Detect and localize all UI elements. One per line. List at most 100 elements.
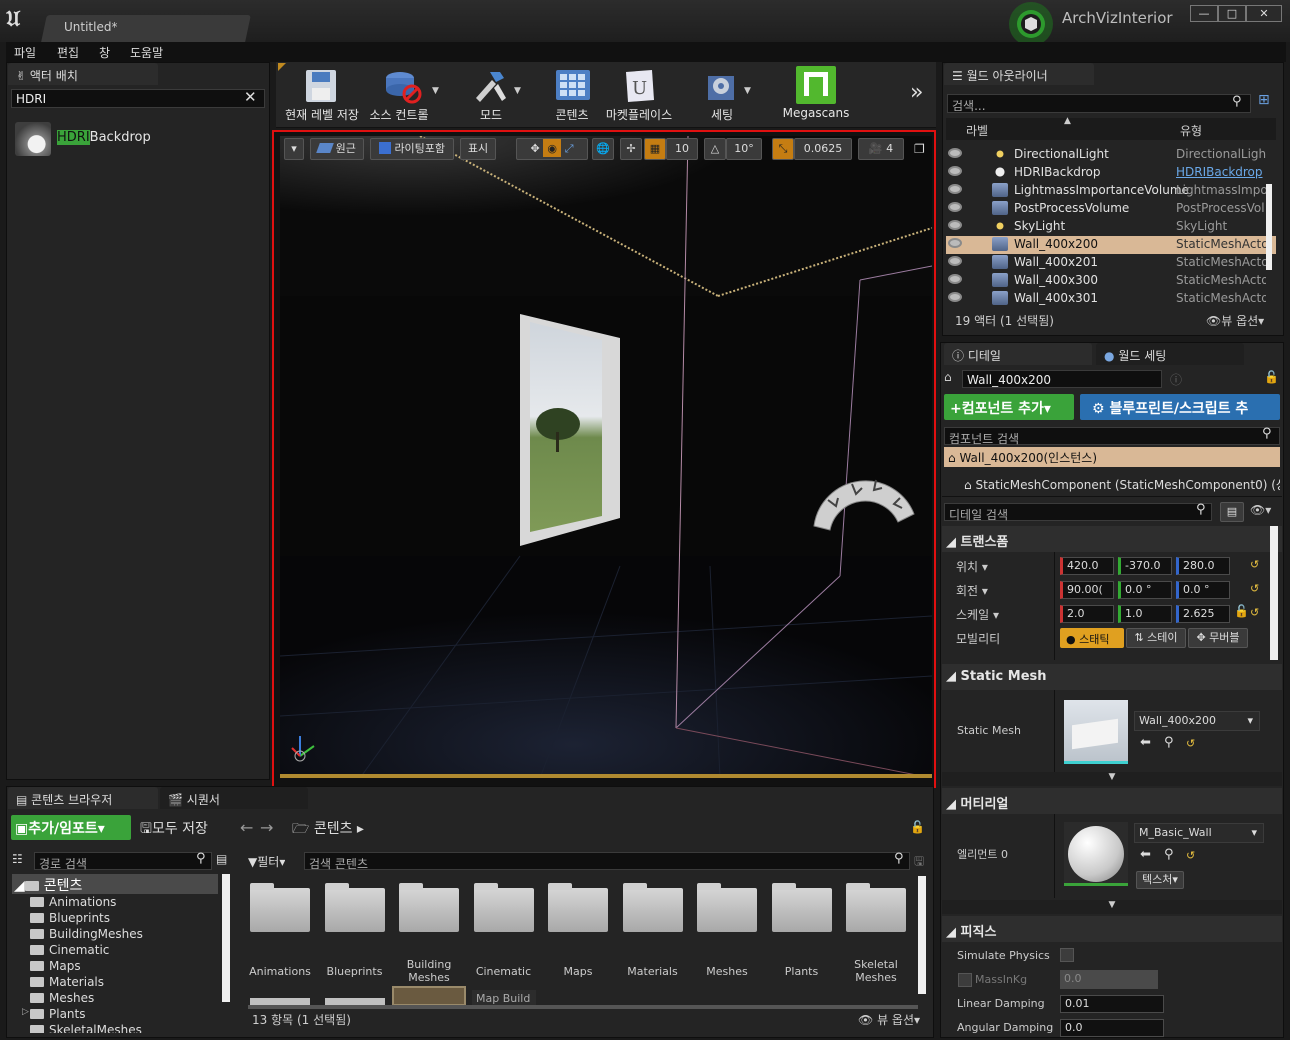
- reset-location-icon[interactable]: ↺: [1250, 558, 1259, 571]
- col-type[interactable]: 유형: [1180, 122, 1202, 139]
- menu-edit[interactable]: 편집: [57, 44, 79, 61]
- eye-icon[interactable]: [948, 166, 962, 176]
- eye-icon[interactable]: [948, 184, 962, 194]
- add-import-button[interactable]: ▣추가/임포트▾: [11, 815, 131, 840]
- angular-damping-field[interactable]: 0.0: [1060, 1019, 1164, 1037]
- maximize-viewport-icon[interactable]: ❐: [914, 142, 925, 156]
- camera-speed-button[interactable]: 🎥 4: [858, 138, 904, 160]
- scale-x-field[interactable]: 2.0: [1060, 605, 1114, 623]
- surface-snap-icon[interactable]: ✢: [620, 138, 642, 160]
- mobility-static-button[interactable]: ● 스태틱: [1060, 628, 1124, 648]
- reset-material-icon[interactable]: ↺: [1186, 849, 1195, 862]
- material-picker[interactable]: M_Basic_Wall ▾: [1134, 823, 1264, 843]
- hdri-backdrop-item[interactable]: HDRIBackdrop: [57, 130, 151, 145]
- outliner-row[interactable]: DirectionalLight DirectionalLight: [946, 146, 1276, 164]
- scale-icon[interactable]: ⤢: [565, 142, 574, 155]
- folder-icon[interactable]: [548, 883, 608, 932]
- expand-advanced-icon[interactable]: ▼: [942, 772, 1282, 786]
- material-thumbnail[interactable]: [1064, 822, 1128, 886]
- save-all-button[interactable]: 🖫모두 저장: [140, 818, 208, 842]
- browse-icon[interactable]: ⚲: [1164, 735, 1174, 750]
- outliner-row[interactable]: Wall_400x201 StaticMeshActo: [946, 254, 1276, 272]
- tree-item[interactable]: BuildingMeshes: [30, 927, 143, 941]
- viewport-options-button[interactable]: ▾: [284, 138, 304, 160]
- location-label[interactable]: 위치 ▾: [956, 558, 988, 575]
- lit-button[interactable]: 라이팅포함: [370, 138, 454, 160]
- scale-snap-icon[interactable]: ⤡: [772, 138, 794, 160]
- content-lock-icon[interactable]: 🔓: [910, 820, 925, 834]
- static-mesh-section-header[interactable]: ◢ Static Mesh: [942, 664, 1282, 690]
- partial-asset[interactable]: Map Build: [472, 990, 536, 1006]
- content-scrollbar[interactable]: [918, 876, 926, 994]
- close-button[interactable]: ✕: [1246, 5, 1282, 22]
- grid-snap-value[interactable]: 10: [666, 138, 698, 160]
- expand-material-advanced-icon[interactable]: ▼: [942, 900, 1282, 914]
- add-component-button[interactable]: +컴포넌트 추가▾: [944, 394, 1074, 420]
- scale-label[interactable]: 스케일 ▾: [956, 606, 999, 623]
- scale-lock-icon[interactable]: 🔓: [1234, 604, 1249, 618]
- detail-search-input[interactable]: 디테일 검색: [944, 503, 1212, 522]
- tree-item[interactable]: Cinematic: [30, 943, 109, 957]
- content-search-input[interactable]: 검색 콘텐츠: [304, 852, 910, 871]
- show-button[interactable]: 표시: [460, 138, 496, 160]
- menu-file[interactable]: 파일: [14, 44, 36, 61]
- outliner-row[interactable]: LightmassImportanceVolume LightmassImpo: [946, 182, 1276, 200]
- eye-icon[interactable]: [948, 148, 962, 158]
- translate-icon[interactable]: ✥: [530, 142, 539, 155]
- tree-item[interactable]: Plants: [30, 1007, 86, 1021]
- rotation-label[interactable]: 회전 ▾: [956, 582, 988, 599]
- tree-root[interactable]: ◢ 콘텐츠: [12, 874, 218, 894]
- component-search-input[interactable]: 컴포넌트 검색: [944, 427, 1280, 446]
- use-selected-material-icon[interactable]: ⬅: [1140, 847, 1151, 862]
- save-level-button[interactable]: 현재 레벨 저장: [280, 66, 364, 124]
- content-view-options[interactable]: 👁 뷰 옵션▾: [858, 1011, 920, 1028]
- static-mesh-picker[interactable]: Wall_400x200 ▾: [1134, 711, 1260, 731]
- settings-button[interactable]: ▼ 세팅: [688, 66, 758, 124]
- linear-damping-field[interactable]: 0.01: [1060, 995, 1164, 1013]
- tab-details[interactable]: ⓘ 디테일: [944, 343, 1092, 365]
- eye-icon[interactable]: [948, 292, 962, 302]
- location-z-field[interactable]: 280.0: [1176, 557, 1230, 575]
- outliner-row[interactable]: Wall_400x200 StaticMeshActo: [946, 236, 1276, 254]
- property-matrix-icon[interactable]: ▤: [1220, 502, 1244, 522]
- folder-icon[interactable]: [697, 883, 757, 932]
- folder-icon[interactable]: [846, 883, 906, 932]
- folder-icon[interactable]: [771, 883, 832, 932]
- folder-icon[interactable]: [473, 883, 534, 932]
- rotation-y-field[interactable]: 0.0 °: [1118, 581, 1172, 599]
- path-search-input[interactable]: 경로 검색: [34, 852, 212, 871]
- col-label[interactable]: 라벨: [966, 122, 988, 139]
- modes-button[interactable]: ▼ 모드: [456, 66, 532, 124]
- grid-snap-icon[interactable]: ▦: [644, 138, 666, 160]
- menu-window[interactable]: 창: [99, 44, 110, 61]
- sources-toggle-icon[interactable]: ☷: [12, 852, 23, 866]
- reset-mesh-icon[interactable]: ↺: [1186, 737, 1195, 750]
- reset-rotation-icon[interactable]: ↺: [1250, 582, 1259, 595]
- transform-section-header[interactable]: ◢ 트랜스폼: [942, 526, 1282, 552]
- world-space-icon[interactable]: 🌐: [592, 138, 614, 160]
- content-button[interactable]: 콘텐츠: [540, 66, 604, 124]
- path-breadcrumb[interactable]: 🗁 콘텐츠 ▸: [292, 818, 364, 842]
- save-search-icon[interactable]: 🖫: [914, 852, 924, 873]
- physics-section-header[interactable]: ◢ 피직스: [942, 916, 1282, 942]
- tree-scrollbar[interactable]: [222, 874, 230, 1002]
- outliner-search-input[interactable]: 검색...: [947, 94, 1251, 113]
- eye-icon[interactable]: [948, 238, 962, 248]
- component-row[interactable]: ⌂ StaticMeshComponent (StaticMeshCompone…: [964, 476, 1280, 493]
- tab-sequencer[interactable]: 🎬 시퀀서: [160, 787, 308, 809]
- static-mesh-thumbnail[interactable]: [1064, 700, 1128, 764]
- history-forward-icon[interactable]: →: [260, 818, 273, 837]
- tree-item[interactable]: SkeletalMeshes: [30, 1023, 142, 1033]
- mobility-movable-button[interactable]: ✥ 무버블: [1188, 628, 1248, 648]
- clear-search-icon[interactable]: ✕: [244, 88, 257, 106]
- texture-button[interactable]: 텍스처▾: [1136, 871, 1184, 889]
- content-hscroll[interactable]: [248, 1005, 918, 1009]
- eye-icon[interactable]: [948, 274, 962, 284]
- scale-z-field[interactable]: 2.625: [1176, 605, 1230, 623]
- scale-snap-value[interactable]: 0.0625: [794, 138, 852, 160]
- tab-place-actors[interactable]: ✌ 액터 배치: [8, 63, 158, 85]
- tree-item[interactable]: Animations: [30, 895, 116, 909]
- simulate-physics-checkbox[interactable]: [1060, 948, 1074, 962]
- use-selected-icon[interactable]: ⬅: [1140, 735, 1151, 750]
- outliner-add-icon[interactable]: ⊞: [1258, 92, 1270, 108]
